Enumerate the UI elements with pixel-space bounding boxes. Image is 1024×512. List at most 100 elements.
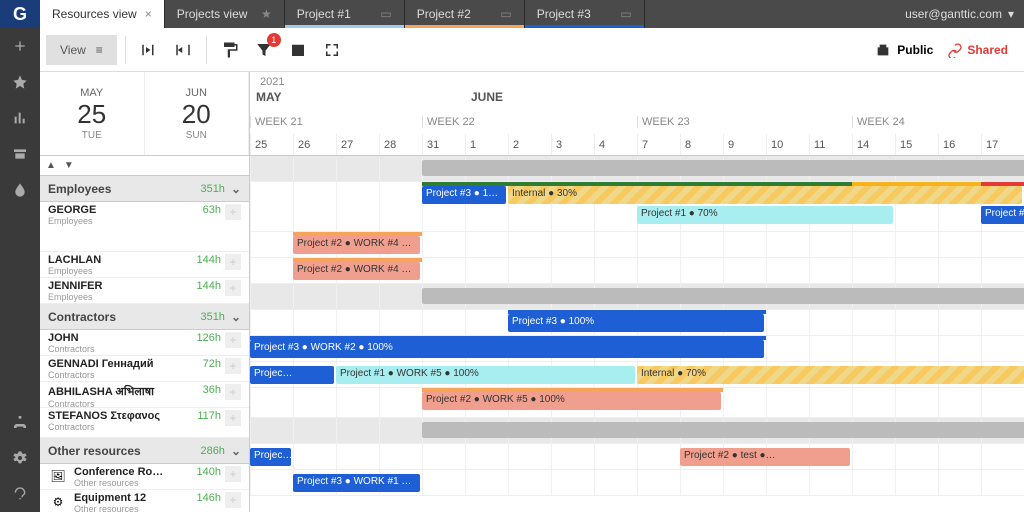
chevron-down-icon[interactable]: ⌄ (231, 310, 241, 324)
task-bar[interactable]: Project #3 ● 80% (981, 206, 1024, 224)
task-bar[interactable]: Project #3 ● 1… (422, 186, 506, 204)
gantt-row[interactable]: Project #2 ● WORK #5 ● 100% (250, 388, 1024, 418)
resource-name: GENNADI Геннадий (48, 358, 154, 370)
add-task-icon[interactable]: + (225, 358, 241, 374)
add-task-icon[interactable]: + (225, 280, 241, 296)
add-task-icon[interactable]: + (225, 466, 241, 482)
resource-row[interactable]: JENNIFEREmployees144h+ (40, 278, 249, 304)
org-icon[interactable] (0, 404, 40, 440)
day-label: 9 (723, 134, 766, 155)
sort-down-icon[interactable]: ▼ (64, 160, 74, 171)
settings-icon[interactable] (0, 440, 40, 476)
month-label: JUNE (465, 90, 503, 104)
note-icon[interactable]: ▭ (500, 7, 511, 21)
add-task-icon[interactable]: + (225, 492, 241, 508)
user-menu[interactable]: user@ganttic.com▾ (895, 0, 1024, 28)
add-task-icon[interactable]: + (225, 204, 241, 220)
date-range[interactable]: MAY 25 TUE JUN 20 SUN (40, 72, 249, 156)
add-task-icon[interactable]: + (225, 384, 241, 400)
task-bar[interactable]: Project #3 ● 100% (508, 314, 764, 332)
view-button[interactable]: View ≡ (46, 35, 117, 65)
task-bar[interactable]: Internal ● 30% (508, 186, 1022, 204)
tab[interactable]: Project #2▭ (405, 0, 525, 28)
add-task-icon[interactable]: + (225, 332, 241, 348)
help-icon[interactable] (0, 476, 40, 512)
task-bar[interactable]: Projec… (250, 448, 291, 466)
resource-row[interactable]: STEFANOS ΣτεφανοςContractors117h+ (40, 408, 249, 438)
day-label: 8 (680, 134, 723, 155)
gantt-row[interactable]: Project #3 ● WORK #2 ● 100% (250, 336, 1024, 362)
task-bar[interactable]: Project #2 ● test ●… (680, 448, 850, 466)
resource-group: Employees (48, 216, 96, 226)
paint-icon[interactable] (215, 35, 245, 65)
add-icon[interactable] (0, 28, 40, 64)
resource-row[interactable]: ABHILASHA अभिलाषाContractors36h+ (40, 382, 249, 408)
task-bar[interactable]: Project #2 ● WORK #4 … (293, 262, 420, 280)
resource-row[interactable]: LACHLANEmployees144h+ (40, 252, 249, 278)
public-toggle[interactable]: Public (875, 42, 933, 58)
gantt-row[interactable]: Projec… Project #2 ● test ●… (250, 444, 1024, 470)
group-header[interactable]: Employees351h⌄ (40, 176, 249, 202)
chevron-down-icon[interactable]: ⌄ (231, 182, 241, 196)
resource-row[interactable]: GEORGEEmployees63h+ (40, 202, 249, 252)
group-header[interactable]: Other resources286h⌄ (40, 438, 249, 464)
filter-badge: 1 (267, 33, 281, 47)
day-label: 27 (336, 134, 379, 155)
fullscreen-icon[interactable] (317, 35, 347, 65)
add-task-icon[interactable]: + (225, 254, 241, 270)
tab[interactable]: Resources view× (40, 0, 165, 28)
day-label: 25 (250, 134, 293, 155)
resource-hours: 117h (197, 410, 221, 422)
task-bar[interactable]: Project #3 ● WORK #2 ● 100% (250, 340, 764, 358)
calendar-icon[interactable] (283, 35, 313, 65)
day-label: 10 (766, 134, 809, 155)
task-bar[interactable]: Internal ● 70% (637, 366, 1024, 384)
tab[interactable]: Projects view★ (165, 0, 285, 28)
tab[interactable]: Project #3▭ (525, 0, 645, 28)
gantt-row[interactable]: Project #3 ● 100% (250, 310, 1024, 336)
gantt-row[interactable]: Project #3 ● WORK #1 … (250, 470, 1024, 496)
date-to[interactable]: JUN 20 SUN (145, 72, 250, 155)
task-bar[interactable]: Project #1 ● 70% (637, 206, 893, 224)
chart-icon[interactable] (0, 100, 40, 136)
gantt-row[interactable]: Project #3 ● 1…Internal ● 30% Project #1 … (250, 182, 1024, 232)
day-label: 15 (895, 134, 938, 155)
task-bar[interactable]: Projec… (250, 366, 334, 384)
task-bar[interactable]: Project #3 ● WORK #1 … (293, 474, 420, 492)
archive-icon[interactable] (0, 136, 40, 172)
close-icon[interactable]: × (145, 7, 152, 21)
drop-icon[interactable] (0, 172, 40, 208)
add-task-icon[interactable]: + (225, 410, 241, 426)
app-logo[interactable]: G (0, 0, 40, 28)
sort-up-icon[interactable]: ▲ (46, 160, 56, 171)
resource-row[interactable]: JOHNContractors126h+ (40, 330, 249, 356)
gantt-row[interactable]: Project #2 ● WORK #4 … (250, 258, 1024, 284)
filter-icon[interactable]: 1 (249, 35, 279, 65)
resource-row[interactable]: ⚙Equipment 12Other resources146h+ (40, 490, 249, 512)
tab-bar: Resources view×Projects view★Project #1▭… (40, 0, 1024, 28)
resource-name: Equipment 12 (74, 492, 146, 504)
gantt-row[interactable]: Projec…Project #1 ● WORK #5 ● 100%Intern… (250, 362, 1024, 388)
chevron-down-icon[interactable]: ⌄ (231, 444, 241, 458)
task-bar[interactable]: Project #2 ● WORK #5 ● 100% (422, 392, 721, 410)
task-bar[interactable]: Project #2 ● WORK #4 … (293, 236, 420, 254)
star-icon[interactable] (0, 64, 40, 100)
task-bar[interactable]: Project #1 ● WORK #5 ● 100% (336, 366, 635, 384)
note-icon[interactable]: ▭ (620, 7, 631, 21)
note-icon[interactable]: ▭ (380, 7, 391, 21)
tab[interactable]: Project #1▭ (285, 0, 405, 28)
resource-row[interactable]: 🖼Conference Ro…Other resources140h+ (40, 464, 249, 490)
day-label: 26 (293, 134, 336, 155)
resource-hours: 140h (197, 466, 221, 478)
gantt-row[interactable]: Project #2 ● WORK #4 … (250, 232, 1024, 258)
shared-link[interactable]: Shared (947, 42, 1008, 58)
star-icon[interactable]: ★ (261, 7, 272, 21)
indent-right-icon[interactable] (168, 35, 198, 65)
gantt-chart[interactable]: 2021 MAYJUNE WEEK 21WEEK 22WEEK 23WEEK 2… (250, 72, 1024, 512)
toolbar: View ≡ 1 Public Shared (40, 28, 1024, 72)
indent-left-icon[interactable] (134, 35, 164, 65)
group-header[interactable]: Contractors351h⌄ (40, 304, 249, 330)
resource-row[interactable]: GENNADI ГеннадийContractors72h+ (40, 356, 249, 382)
date-from[interactable]: MAY 25 TUE (40, 72, 145, 155)
board-icon: 🖼 (48, 466, 68, 486)
